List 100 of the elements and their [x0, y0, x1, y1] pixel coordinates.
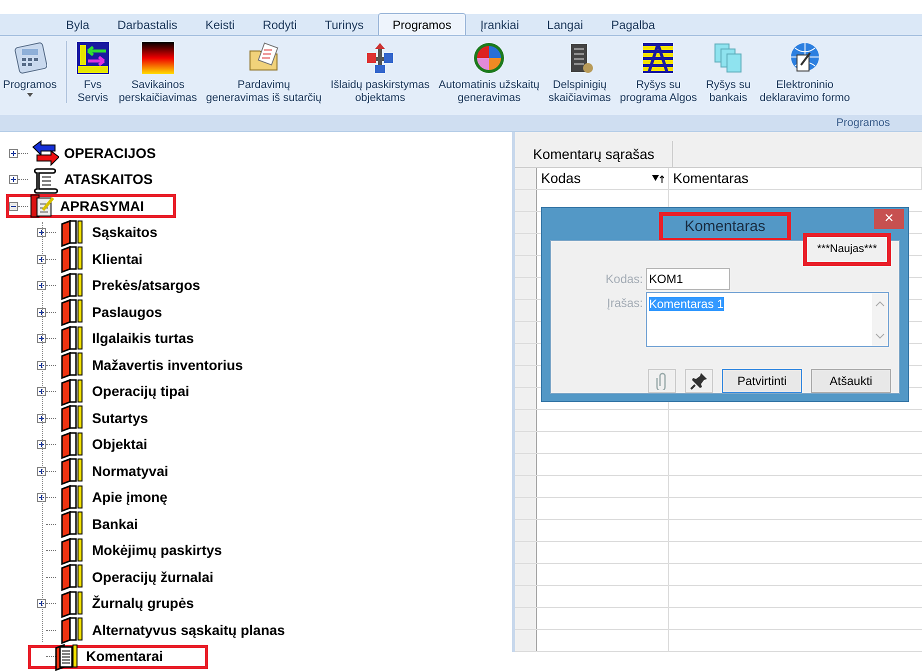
tree-item[interactable]: Sutartys: [56, 406, 160, 430]
menu-tab[interactable]: Programos: [378, 13, 466, 35]
ribbon-group-label: Programos: [836, 116, 890, 131]
ribbon-button[interactable]: Išlaidų paskirstymas objektams: [328, 41, 433, 105]
tree-item[interactable]: Klientai: [56, 247, 154, 272]
row-header[interactable]: [515, 608, 537, 629]
attach-button[interactable]: [648, 368, 676, 392]
ribbon-button[interactable]: Savikainos perskaičiavimas: [116, 41, 200, 105]
highlighted-tree-item[interactable]: APRASYMAI: [6, 194, 176, 218]
dialog-button[interactable]: Atšaukti: [811, 368, 891, 392]
expand-icon[interactable]: [37, 360, 46, 370]
ribbon-button[interactable]: Elektroninio deklaravimo formo: [756, 41, 854, 105]
row-header[interactable]: [515, 388, 537, 409]
tree-item[interactable]: Mažavertis inventorius: [56, 353, 254, 378]
row-header[interactable]: [515, 256, 537, 277]
row-header[interactable]: [515, 476, 537, 497]
menu-tab[interactable]: Turinys: [310, 15, 378, 35]
tree-connector: [46, 524, 56, 525]
expand-icon[interactable]: [9, 148, 18, 158]
ribbon-button[interactable]: Delspinigių skaičiavimas: [546, 41, 614, 105]
row-header[interactable]: [515, 212, 537, 233]
collapse-icon[interactable]: [9, 202, 18, 211]
code-input[interactable]: KOM1: [646, 268, 730, 290]
scrollbar-drawing: [872, 292, 888, 346]
menu-tab[interactable]: Įrankiai: [466, 15, 534, 35]
tree-connector: [18, 179, 28, 180]
ribbon-button[interactable]: Fvs Servis: [72, 41, 113, 105]
tree-item[interactable]: Prekės/atsargos: [56, 274, 212, 298]
tree-connector: [46, 285, 56, 286]
expand-icon[interactable]: [37, 228, 46, 238]
highlighted-tree-item[interactable]: Komentarai: [28, 644, 208, 669]
menu-tab[interactable]: Rodyti: [248, 15, 311, 35]
pin-button[interactable]: [685, 368, 713, 392]
row-header[interactable]: [515, 300, 537, 321]
field-label: Kodas:: [604, 270, 643, 288]
ribbon-button[interactable]: Ryšys su bankais: [702, 41, 754, 105]
expand-icon[interactable]: [37, 466, 46, 476]
tree-item[interactable]: Normatyvai: [56, 459, 180, 484]
arrows-icon: [31, 139, 59, 168]
tree-item[interactable]: Mokėjimų paskirtys: [56, 538, 233, 563]
tree-connector: [46, 550, 56, 552]
row-header[interactable]: [515, 630, 537, 651]
tree-item[interactable]: Žurnalų grupės: [56, 592, 205, 616]
column-header[interactable]: Kodas: [537, 168, 669, 189]
row-header[interactable]: [515, 322, 537, 343]
menu-tab[interactable]: Darbastalis: [103, 15, 192, 35]
expand-icon[interactable]: [37, 334, 46, 344]
ribbon-button[interactable]: Automatinis užskaitų generavimas: [436, 41, 543, 105]
tree-item[interactable]: Alternatyvus sąskaitų planas: [56, 618, 296, 642]
tree-item[interactable]: ATASKAITOS: [28, 168, 164, 192]
row-header[interactable]: [515, 542, 537, 563]
expand-icon[interactable]: [37, 493, 46, 502]
row-header[interactable]: [515, 520, 537, 541]
tree-item[interactable]: Ilgalaikis turtas: [56, 326, 205, 351]
tree-connector: [18, 152, 28, 154]
row-header[interactable]: [515, 234, 537, 255]
expand-icon[interactable]: [9, 175, 18, 184]
dialog-button[interactable]: Patvirtinti: [722, 368, 802, 392]
expand-icon[interactable]: [37, 254, 46, 264]
row-header[interactable]: [515, 454, 537, 475]
expand-icon[interactable]: [37, 308, 46, 317]
menu-tab[interactable]: Keisti: [191, 15, 249, 35]
pushpin-icon: [690, 372, 708, 390]
tree-item[interactable]: Apie įmonę: [56, 486, 178, 510]
menu-tab[interactable]: Byla: [52, 15, 104, 35]
menu-tab[interactable]: Pagalba: [597, 15, 670, 35]
expand-icon[interactable]: [37, 414, 46, 423]
status-label: ***Naujas***: [803, 233, 891, 266]
column-header[interactable]: Komentaras: [669, 168, 922, 189]
expand-icon[interactable]: [37, 387, 46, 396]
tree-connector: [46, 470, 56, 472]
ribbon-button[interactable]: Ryšys su programa Algos: [616, 41, 700, 105]
expand-icon[interactable]: [37, 440, 46, 450]
tree-item[interactable]: Objektai: [56, 432, 158, 457]
tree-item[interactable]: Paslaugos: [56, 300, 174, 324]
tree-item[interactable]: Operacijų tipai: [56, 380, 200, 404]
expand-icon[interactable]: [37, 281, 46, 290]
row-header[interactable]: [515, 366, 537, 387]
tree-connector: [46, 603, 56, 604]
row-header[interactable]: [515, 410, 537, 431]
tree-item[interactable]: OPERACIJOS: [28, 141, 167, 166]
row-header[interactable]: [515, 432, 537, 453]
tree-connector: [46, 444, 56, 446]
row-header[interactable]: [515, 564, 537, 585]
tree-item[interactable]: Sąskaitos: [56, 220, 168, 245]
ribbon-button[interactable]: Programos: [0, 41, 60, 98]
row-header[interactable]: [515, 190, 537, 211]
tree-item[interactable]: Operacijų žurnalai: [56, 565, 224, 590]
menu-tab[interactable]: Langai: [533, 15, 598, 35]
expand-icon[interactable]: [37, 599, 46, 608]
tree-connector: [46, 312, 56, 313]
row-header[interactable]: [515, 278, 537, 299]
close-button[interactable]: ×: [874, 209, 904, 229]
tree-connector: [18, 206, 28, 207]
row-header[interactable]: [515, 498, 537, 519]
tree-item[interactable]: Bankai: [56, 512, 149, 536]
tree-connector: [46, 232, 56, 234]
row-header[interactable]: [515, 344, 537, 365]
row-header[interactable]: [515, 586, 537, 607]
ribbon-button[interactable]: Pardavimų generavimas iš sutarčių: [203, 41, 325, 105]
